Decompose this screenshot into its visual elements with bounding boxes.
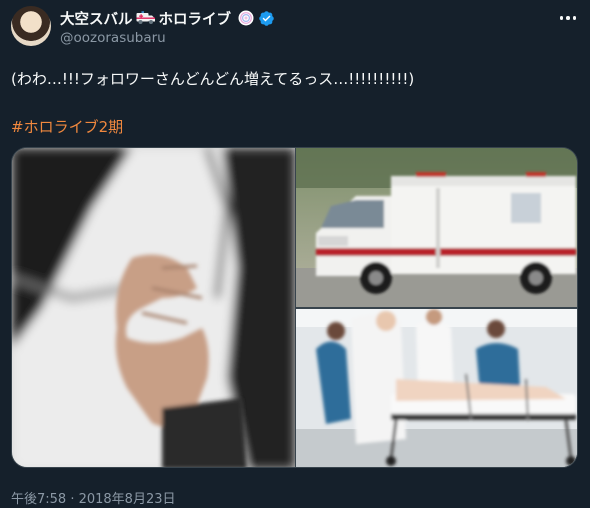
chest-pain-photo[interactable] [12, 148, 295, 468]
author-name-row: 大空スバル ホロライブ [60, 8, 275, 28]
hololive-badge-icon[interactable] [238, 10, 254, 26]
hospital-stretcher-photo[interactable] [296, 309, 578, 468]
avatar[interactable] [11, 6, 51, 46]
ambulance-photo[interactable] [296, 148, 578, 307]
verified-badge-icon [259, 10, 274, 26]
hashtag-link[interactable]: #ホロライブ2期 [11, 116, 123, 137]
tweet-media-grid [11, 147, 578, 468]
display-name-suffix[interactable]: ホロライブ [159, 8, 232, 29]
author-handle[interactable]: @oozorasubaru [60, 30, 166, 46]
tweet-timestamp[interactable]: 午後7:58 · 2018年8月23日 [11, 488, 176, 507]
display-name[interactable]: 大空スバル [60, 8, 133, 29]
ambulance-icon [136, 11, 155, 24]
more-options-icon[interactable] [556, 8, 580, 28]
tweet-text: (わわ…!!!フォロワーさんどんどん増えてるっス…!!!!!!!!!!) [11, 70, 415, 88]
